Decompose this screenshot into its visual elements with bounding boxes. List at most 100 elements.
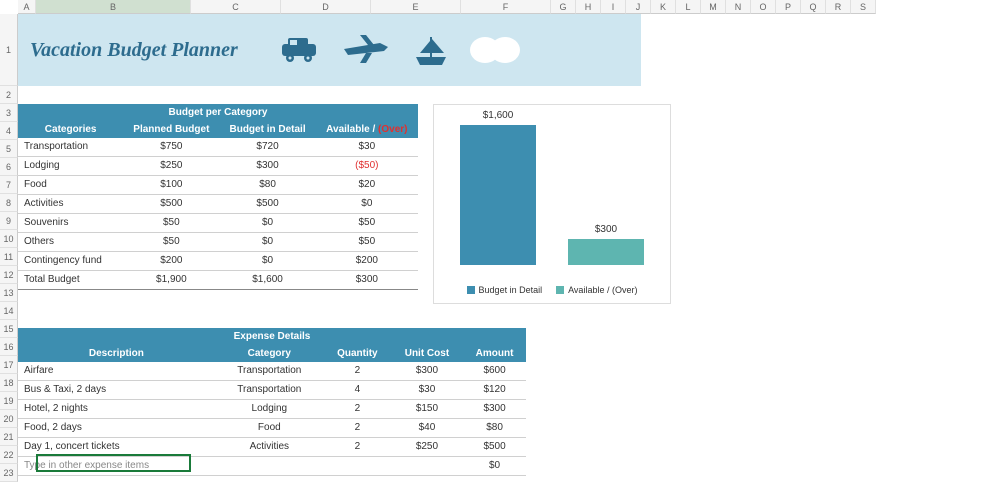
row-header-5[interactable]: 5: [0, 140, 18, 158]
amt-cell[interactable]: $600: [463, 362, 526, 381]
unit-cell[interactable]: $300: [391, 362, 463, 381]
col-header-R[interactable]: R: [826, 0, 851, 14]
row-header-17[interactable]: 17: [0, 356, 18, 374]
col-header-H[interactable]: H: [576, 0, 601, 14]
budget-row[interactable]: Transportation$750$720$30: [18, 138, 418, 157]
avail-cell[interactable]: $200: [316, 252, 418, 271]
amt-cell[interactable]: $0: [463, 457, 526, 476]
budget-row[interactable]: Activities$500$500$0: [18, 195, 418, 214]
row-header-15[interactable]: 15: [0, 320, 18, 338]
col-header-F[interactable]: F: [461, 0, 551, 14]
detail-cell[interactable]: $300: [219, 157, 315, 176]
desc-cell[interactable]: Day 1, concert tickets: [18, 438, 215, 457]
col-header-E[interactable]: E: [371, 0, 461, 14]
budget-table[interactable]: Budget per Category Categories Planned B…: [18, 104, 418, 290]
cat-cell[interactable]: Food: [18, 176, 123, 195]
row-header-2[interactable]: 2: [0, 86, 18, 104]
budget-row[interactable]: Contingency fund$200$0$200: [18, 252, 418, 271]
detail-cell[interactable]: $0: [219, 233, 315, 252]
avail-cell[interactable]: $30: [316, 138, 418, 157]
row-header-6[interactable]: 6: [0, 158, 18, 176]
row-header-12[interactable]: 12: [0, 266, 18, 284]
col-header-O[interactable]: O: [751, 0, 776, 14]
detail-cell[interactable]: $80: [219, 176, 315, 195]
row-header-19[interactable]: 19: [0, 392, 18, 410]
row-header-10[interactable]: 10: [0, 230, 18, 248]
unit-cell[interactable]: $250: [391, 438, 463, 457]
row-header-16[interactable]: 16: [0, 338, 18, 356]
col-header-K[interactable]: K: [651, 0, 676, 14]
col-header-Q[interactable]: Q: [801, 0, 826, 14]
unit-cell[interactable]: $30: [391, 381, 463, 400]
qty-cell[interactable]: [324, 457, 391, 476]
col-header-I[interactable]: I: [601, 0, 626, 14]
col-header-J[interactable]: J: [626, 0, 651, 14]
unit-cell[interactable]: $40: [391, 419, 463, 438]
planned-cell[interactable]: $100: [123, 176, 219, 195]
col-header-N[interactable]: N: [726, 0, 751, 14]
expense-row[interactable]: Hotel, 2 nightsLodging2$150$300: [18, 400, 526, 419]
cat-cell[interactable]: [215, 457, 324, 476]
row-header-21[interactable]: 21: [0, 428, 18, 446]
desc-cell[interactable]: Type in other expense items: [18, 457, 215, 476]
avail-cell[interactable]: $50: [316, 214, 418, 233]
cat-cell[interactable]: Activities: [18, 195, 123, 214]
col-header-P[interactable]: P: [776, 0, 801, 14]
row-header-13[interactable]: 13: [0, 284, 18, 302]
expense-row[interactable]: Day 1, concert ticketsActivities2$250$50…: [18, 438, 526, 457]
unit-cell[interactable]: $150: [391, 400, 463, 419]
budget-row[interactable]: Others$50$0$50: [18, 233, 418, 252]
planned-cell[interactable]: $250: [123, 157, 219, 176]
cat-cell[interactable]: Others: [18, 233, 123, 252]
cat-cell[interactable]: Transportation: [215, 362, 324, 381]
detail-cell[interactable]: $0: [219, 214, 315, 233]
row-header-7[interactable]: 7: [0, 176, 18, 194]
col-header-B[interactable]: B: [36, 0, 191, 14]
cat-cell[interactable]: Food: [215, 419, 324, 438]
row-header-23[interactable]: 23: [0, 464, 18, 482]
summary-chart[interactable]: $1,600$300 Budget in DetailAvailable / (…: [433, 104, 671, 304]
unit-cell[interactable]: [391, 457, 463, 476]
detail-cell[interactable]: $500: [219, 195, 315, 214]
planned-cell[interactable]: $750: [123, 138, 219, 157]
qty-cell[interactable]: 2: [324, 438, 391, 457]
col-header-S[interactable]: S: [851, 0, 876, 14]
amt-cell[interactable]: $500: [463, 438, 526, 457]
qty-cell[interactable]: 2: [324, 362, 391, 381]
row-header-14[interactable]: 14: [0, 302, 18, 320]
expense-row[interactable]: Bus & Taxi, 2 daysTransportation4$30$120: [18, 381, 526, 400]
avail-cell[interactable]: $20: [316, 176, 418, 195]
planned-cell[interactable]: $50: [123, 233, 219, 252]
budget-row[interactable]: Lodging$250$300($50): [18, 157, 418, 176]
desc-cell[interactable]: Food, 2 days: [18, 419, 215, 438]
expense-table[interactable]: Expense Details Description Category Qua…: [18, 328, 526, 476]
row-header-18[interactable]: 18: [0, 374, 18, 392]
avail-cell[interactable]: $50: [316, 233, 418, 252]
row-header-8[interactable]: 8: [0, 194, 18, 212]
cat-cell[interactable]: Transportation: [215, 381, 324, 400]
col-header-D[interactable]: D: [281, 0, 371, 14]
cat-cell[interactable]: Lodging: [215, 400, 324, 419]
planned-cell[interactable]: $500: [123, 195, 219, 214]
amt-cell[interactable]: $120: [463, 381, 526, 400]
expense-row[interactable]: AirfareTransportation2$300$600: [18, 362, 526, 381]
col-header-A[interactable]: A: [18, 0, 36, 14]
cat-cell[interactable]: Activities: [215, 438, 324, 457]
cat-cell[interactable]: Souvenirs: [18, 214, 123, 233]
row-header-1[interactable]: 1: [0, 14, 18, 86]
cat-cell[interactable]: Transportation: [18, 138, 123, 157]
desc-cell[interactable]: Bus & Taxi, 2 days: [18, 381, 215, 400]
expense-row[interactable]: Food, 2 daysFood2$40$80: [18, 419, 526, 438]
avail-cell[interactable]: ($50): [316, 157, 418, 176]
row-header-4[interactable]: 4: [0, 122, 18, 140]
col-header-M[interactable]: M: [701, 0, 726, 14]
planned-cell[interactable]: $200: [123, 252, 219, 271]
budget-row[interactable]: Souvenirs$50$0$50: [18, 214, 418, 233]
desc-cell[interactable]: Hotel, 2 nights: [18, 400, 215, 419]
cat-cell[interactable]: Contingency fund: [18, 252, 123, 271]
row-header-20[interactable]: 20: [0, 410, 18, 428]
qty-cell[interactable]: 2: [324, 400, 391, 419]
row-header-22[interactable]: 22: [0, 446, 18, 464]
expense-row[interactable]: Type in other expense items $0: [18, 457, 526, 476]
qty-cell[interactable]: 2: [324, 419, 391, 438]
